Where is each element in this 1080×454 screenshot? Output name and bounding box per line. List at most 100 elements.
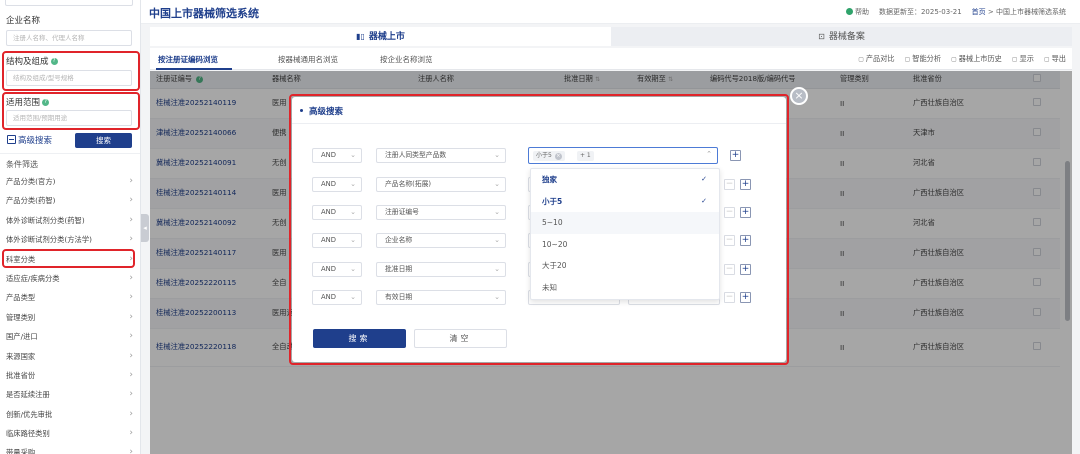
filter-label: 产品类型 <box>6 293 36 303</box>
filter-item[interactable]: 适应症/疾病分类 › <box>0 269 140 288</box>
option-label: 10~20 <box>542 239 568 249</box>
highlight-scope <box>2 92 140 130</box>
tab-device-listing[interactable]: ▮▯ 器械上市 <box>150 27 611 46</box>
highlight-department <box>2 249 135 268</box>
filter-label: 创新/优先审批 <box>6 409 53 419</box>
highlight-structure <box>2 51 140 91</box>
chevron-right-icon: › <box>129 350 133 361</box>
filter-label: 产品分类(药智) <box>6 196 56 206</box>
dropdown-option[interactable]: 10~20 <box>531 234 719 256</box>
chevron-right-icon: › <box>129 234 133 245</box>
option-label: 5~10 <box>542 218 563 227</box>
chevron-right-icon: › <box>129 214 133 225</box>
help-icon <box>845 8 853 15</box>
check-icon: ✓ <box>701 196 707 205</box>
filter-label: 国产/进口 <box>6 332 38 342</box>
divider <box>0 153 140 154</box>
toolbar: 产品对比 智能分析 器械上市历史 显示 导出 <box>858 54 1066 64</box>
sidebar: 企业名称 结构及组成? 适用范围? 高级搜索 搜索 条件筛选 产品分类(官方)›… <box>0 0 141 454</box>
chevron-right-icon: › <box>129 195 133 206</box>
chevron-right-icon: › <box>129 311 133 322</box>
export-button[interactable]: 导出 <box>1044 54 1066 64</box>
breadcrumb: 首页 > 中国上市器械筛选系统 <box>972 7 1066 17</box>
filter-item[interactable]: 管理类别 › <box>0 308 140 327</box>
tab-label: 器械备案 <box>828 32 865 42</box>
advanced-search-label: 高级搜索 <box>18 136 53 146</box>
filter-label: 临床路径类别 <box>6 429 50 439</box>
sub-tab-bar: 按注册证编码浏览 按器械通用名浏览 按企业名称浏览 产品对比 智能分析 器械上市… <box>150 48 1072 70</box>
filter-item[interactable]: 国产/进口 › <box>0 327 140 346</box>
chevron-right-icon: › <box>129 389 133 400</box>
main-tabs: ▮▯ 器械上市 ⊡ 器械备案 <box>150 27 1072 46</box>
update-date: 数据更新至：2025-03-21 <box>878 8 962 16</box>
header-right: 帮助 数据更新至：2025-03-21 首页 > 中国上市器械筛选系统 <box>845 7 1066 17</box>
filter-item[interactable]: 创新/优先审批 › <box>0 405 140 424</box>
filter-item[interactable]: 来源国家 › <box>0 347 140 366</box>
filter-title: 条件筛选 <box>6 160 38 169</box>
filter-item[interactable]: 体外诊断试剂分类(药智) › <box>0 211 140 230</box>
sidebar-collapse-handle[interactable]: ◂ <box>141 214 149 242</box>
option-label: 独家 <box>542 175 557 184</box>
filter-item[interactable]: 是否延续注册 › <box>0 385 140 404</box>
help-link[interactable]: 帮助 <box>845 7 869 17</box>
filter-item[interactable]: 产品类型 › <box>0 288 140 307</box>
filter-label: 带量采购 <box>6 448 36 454</box>
filter-label: 体外诊断试剂分类(方法学) <box>6 235 92 245</box>
company-input[interactable] <box>6 30 132 46</box>
advanced-search-icon <box>7 135 16 144</box>
company-label: 企业名称 <box>6 16 41 26</box>
filter-label: 产品分类(官方) <box>6 177 56 186</box>
filter-item[interactable]: 带量采购 › <box>0 443 140 454</box>
filter-item[interactable]: 产品分类(官方) › <box>0 172 140 191</box>
active-tab-underline <box>156 68 232 70</box>
subtab-by-generic-name[interactable]: 按器械通用名浏览 <box>278 54 338 65</box>
filter-list: 产品分类(官方) › 产品分类(药智) › 体外诊断试剂分类(药智) › 体外诊断试剂分类(… <box>0 172 140 454</box>
filter-label: 来源国家 <box>6 351 36 361</box>
dropdown-option[interactable]: 5~10 <box>531 212 719 234</box>
display-button[interactable]: 显示 <box>1012 54 1034 64</box>
option-label: 小于5 <box>542 196 563 206</box>
check-icon: ✓ <box>701 175 707 183</box>
dropdown-option[interactable]: 独家 ✓ <box>531 169 719 191</box>
advanced-search-link[interactable]: 高级搜索 <box>7 134 52 146</box>
bar-chart-icon: ▮▯ <box>356 32 365 41</box>
chevron-right-icon: › <box>129 408 133 419</box>
dropdown-option[interactable]: 大于20 <box>531 255 719 277</box>
compare-button[interactable]: 产品对比 <box>858 54 895 64</box>
chevron-right-icon: › <box>129 447 133 454</box>
chevron-right-icon: › <box>129 292 133 303</box>
option-label: 未知 <box>542 282 557 292</box>
filter-label: 是否延续注册 <box>6 390 50 400</box>
chevron-right-icon: › <box>129 176 133 186</box>
header: 中国上市器械筛选系统 帮助 数据更新至：2025-03-21 首页 > 中国上市… <box>141 0 1080 24</box>
subtab-by-reg-code[interactable]: 按注册证编码浏览 <box>158 54 218 65</box>
dropdown-option[interactable]: 未知 <box>531 277 719 299</box>
tab-device-filing[interactable]: ⊡ 器械备案 <box>611 27 1072 46</box>
app-title: 中国上市器械筛选系统 <box>149 7 259 20</box>
dropdown-option[interactable]: 小于5 ✓ <box>531 191 719 213</box>
listing-history-button[interactable]: 器械上市历史 <box>951 54 1002 64</box>
chevron-right-icon: › <box>129 369 133 380</box>
breadcrumb-home[interactable]: 首页 <box>972 8 986 16</box>
close-icon[interactable]: × <box>790 87 808 105</box>
option-label: 大于20 <box>542 261 567 270</box>
smart-analysis-button[interactable]: 智能分析 <box>905 54 941 64</box>
breadcrumb-separator: > <box>987 8 994 16</box>
chevron-right-icon: › <box>129 331 133 342</box>
filter-item[interactable]: 批准省份 › <box>0 366 140 385</box>
filter-label: 管理类别 <box>6 312 36 322</box>
subtab-by-company[interactable]: 按企业名称浏览 <box>380 54 433 65</box>
tab-label: 器械上市 <box>368 32 405 42</box>
filter-label: 适应症/疾病分类 <box>6 273 60 283</box>
filter-item[interactable]: 体外诊断试剂分类(方法学) › <box>0 230 140 249</box>
top-field[interactable] <box>5 0 133 6</box>
filter-item[interactable]: 临床路径类别 › <box>0 424 140 443</box>
breadcrumb-current: 中国上市器械筛选系统 <box>996 8 1066 16</box>
filter-label: 体外诊断试剂分类(药智) <box>6 215 85 225</box>
filter-item[interactable]: 产品分类(药智) › <box>0 191 140 210</box>
archive-icon: ⊡ <box>818 32 825 41</box>
filter-label: 批准省份 <box>6 370 36 380</box>
count-options-dropdown: 独家 ✓ 小于5 ✓ 5~10 10~20 大于20 未知 <box>530 168 720 300</box>
chevron-right-icon: › <box>129 428 133 439</box>
sidebar-search-button[interactable]: 搜索 <box>75 133 132 148</box>
